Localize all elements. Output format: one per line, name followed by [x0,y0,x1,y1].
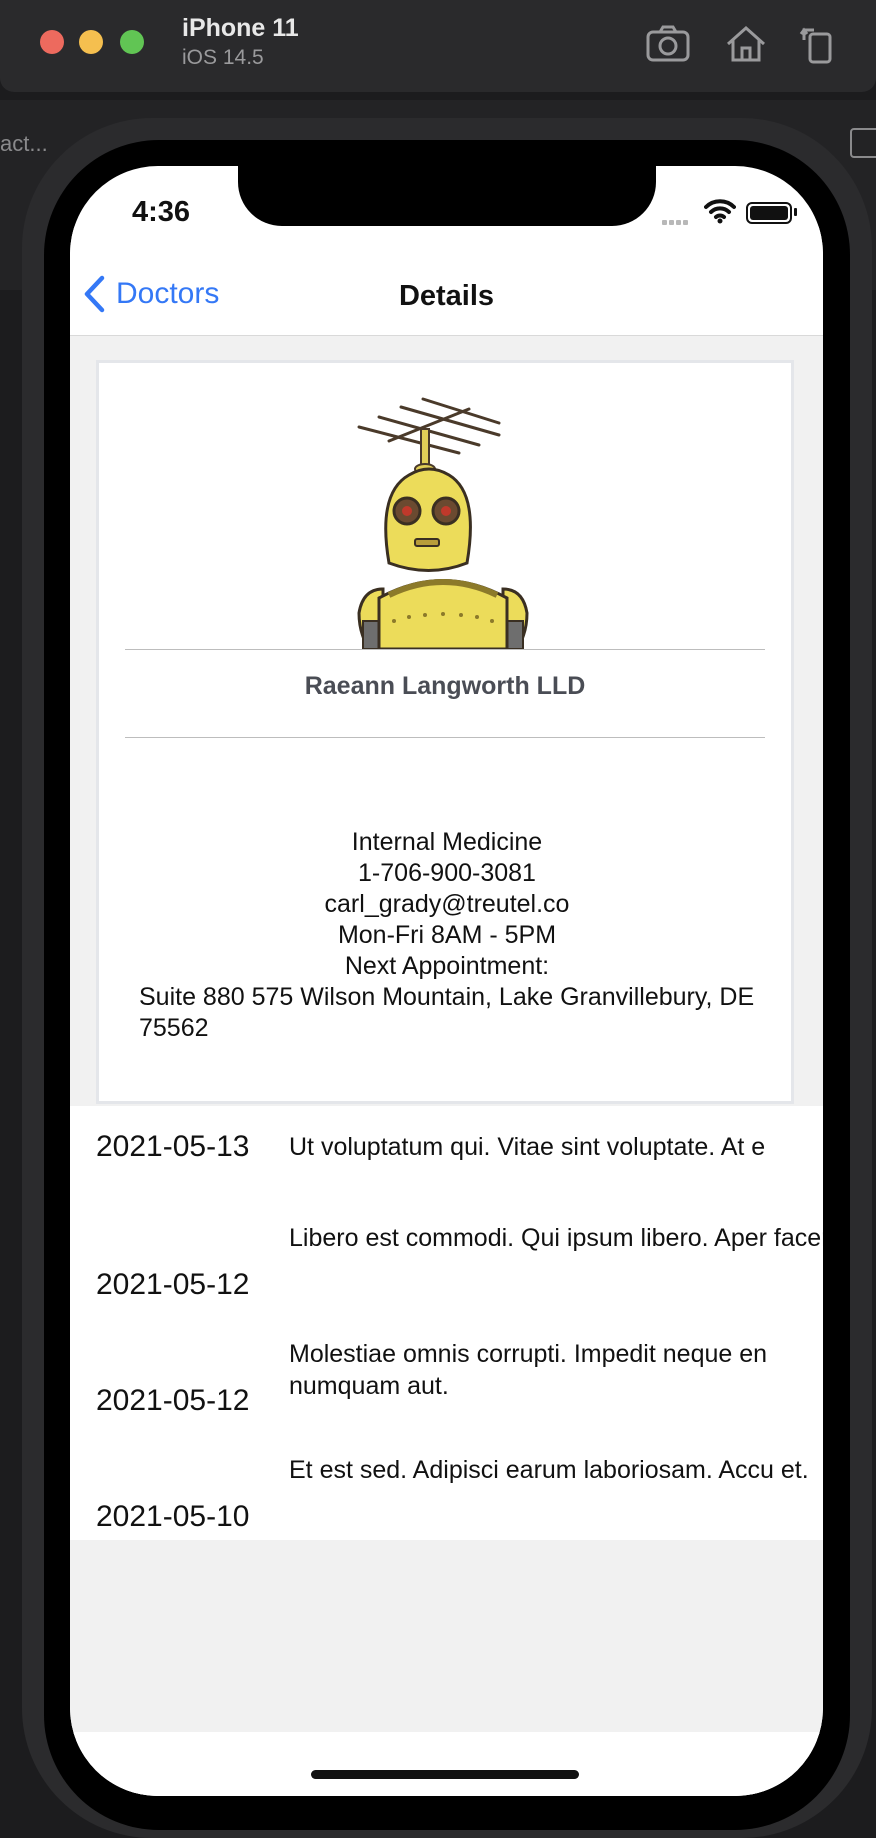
appointment-date: 2021-05-13 [96,1130,250,1163]
doctor-address: Suite 880 575 Wilson Mountain, Lake Gran… [139,983,755,1042]
list-item[interactable]: 2021-05-12 Libero est commodi. Qui ipsum… [70,1222,823,1338]
zoom-window-button[interactable] [120,30,144,54]
doctor-specialty: Internal Medicine [351,828,543,856]
notch [238,166,656,226]
home-indicator[interactable] [311,1770,579,1779]
screenshot-icon[interactable] [644,20,692,68]
doctor-email[interactable]: carl_grady@treutel.co [139,889,755,920]
device-name: iPhone 11 [182,14,299,42]
phone-screen: 4:36 Doctors Details Raeann Langworth LL… [70,166,823,1796]
appointment-note: Et est sed. Adipisci earum laboriosam. A… [289,1456,809,1484]
status-icons [662,198,802,225]
appointment-date: 2021-05-10 [96,1500,250,1533]
appointment-note: Molestiae omnis corrupti. Impedit neque … [289,1340,768,1400]
doctor-card: Raeann Langworth LLD Internal Medicine 1… [96,360,794,1104]
background-label: act... [0,131,48,156]
rotate-icon[interactable] [796,20,844,68]
doctor-info: Internal Medicine 1-706-900-3081 carl_gr… [139,827,755,1044]
os-version: iOS 14.5 [182,46,264,69]
appointment-note: Ut voluptatum qui. Vitae sint voluptate.… [289,1133,766,1161]
appointment-note: Libero est commodi. Qui ipsum libero. Ap… [289,1224,823,1252]
navigation-bar: Doctors Details [70,226,823,336]
divider [125,649,765,650]
doctor-hours: Mon-Fri 8AM - 5PM [337,921,557,949]
doctor-phone[interactable]: 1-706-900-3081 [139,858,755,889]
next-appointment-label: Next Appointment: [344,952,550,980]
list-item[interactable]: 2021-05-10 Et est sed. Adipisci earum la… [70,1454,823,1570]
appointment-list: 2021-05-13 Ut voluptatum qui. Vitae sint… [70,1106,823,1540]
wifi-icon [704,199,736,224]
battery-nub [794,208,797,216]
appointment-date: 2021-05-12 [96,1384,250,1417]
home-bar-area [70,1732,823,1796]
divider [125,737,765,738]
appointment-date: 2021-05-12 [96,1268,250,1301]
close-window-button[interactable] [40,30,64,54]
page-title: Details [398,280,495,312]
list-icon [850,128,876,158]
list-item[interactable]: 2021-05-12 Molestiae omnis corrupti. Imp… [70,1338,823,1454]
robot-avatar [357,397,529,649]
list-item[interactable]: 2021-05-13 Ut voluptatum qui. Vitae sint… [70,1106,823,1222]
doctor-name: Raeann Langworth LLD [304,672,586,700]
simulator-titlebar: iPhone 11 iOS 14.5 [0,0,876,92]
status-time: 4:36 [132,196,191,228]
signal-icon [662,212,696,225]
minimize-window-button[interactable] [79,30,103,54]
battery-icon [746,202,792,224]
details-content: Raeann Langworth LLD Internal Medicine 1… [70,336,823,1796]
home-icon[interactable] [722,20,770,68]
